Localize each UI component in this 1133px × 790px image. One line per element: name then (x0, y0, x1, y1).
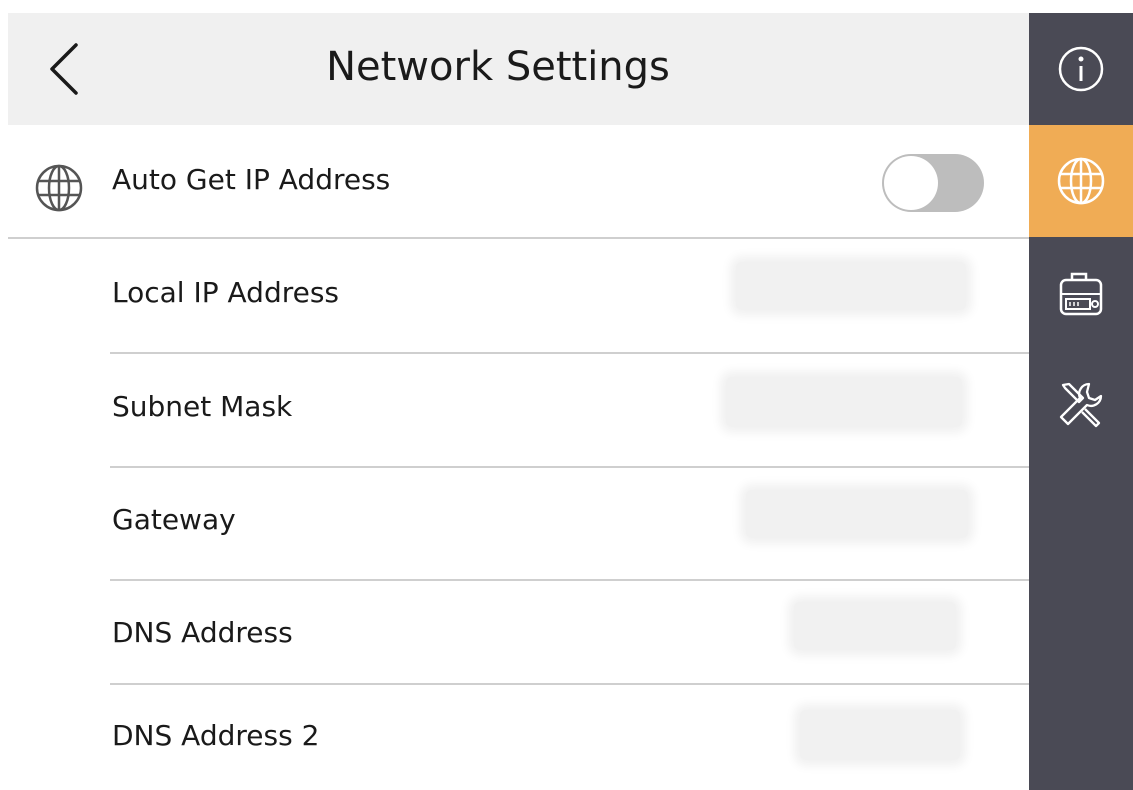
sidebar-item-device[interactable] (1029, 237, 1133, 349)
page-title: Network Settings (326, 44, 670, 90)
sidebar-item-network[interactable] (1029, 125, 1133, 237)
info-icon (1058, 46, 1104, 92)
chevron-left-icon (50, 43, 78, 95)
globe-icon (1057, 157, 1105, 205)
sidebar-item-info[interactable] (1029, 13, 1133, 125)
globe-icon (35, 164, 83, 212)
header-bar: Network Settings (8, 13, 1029, 125)
local-ip-value[interactable] (736, 262, 966, 310)
gateway-label: Gateway (112, 503, 236, 536)
sidebar (1029, 13, 1133, 790)
subnet-mask-label: Subnet Mask (112, 390, 293, 423)
divider (8, 237, 1029, 239)
auto-ip-toggle[interactable] (882, 154, 984, 212)
local-ip-label: Local IP Address (112, 276, 340, 309)
subnet-mask-value[interactable] (726, 377, 962, 427)
auto-ip-label: Auto Get IP Address (112, 163, 391, 196)
back-button[interactable] (38, 39, 94, 99)
gateway-value[interactable] (746, 490, 968, 538)
sidebar-item-maintenance[interactable] (1029, 349, 1133, 461)
divider (110, 352, 1029, 354)
divider (110, 466, 1029, 468)
toggle-knob (884, 156, 938, 210)
tools-icon (1059, 382, 1103, 428)
divider (110, 683, 1029, 685)
device-icon (1059, 272, 1103, 316)
divider (110, 579, 1029, 581)
dns-address-2-value[interactable] (800, 710, 960, 760)
dns-address-label: DNS Address (112, 616, 293, 649)
dns-address-2-label: DNS Address 2 (112, 719, 320, 752)
dns-address-value[interactable] (794, 602, 956, 650)
